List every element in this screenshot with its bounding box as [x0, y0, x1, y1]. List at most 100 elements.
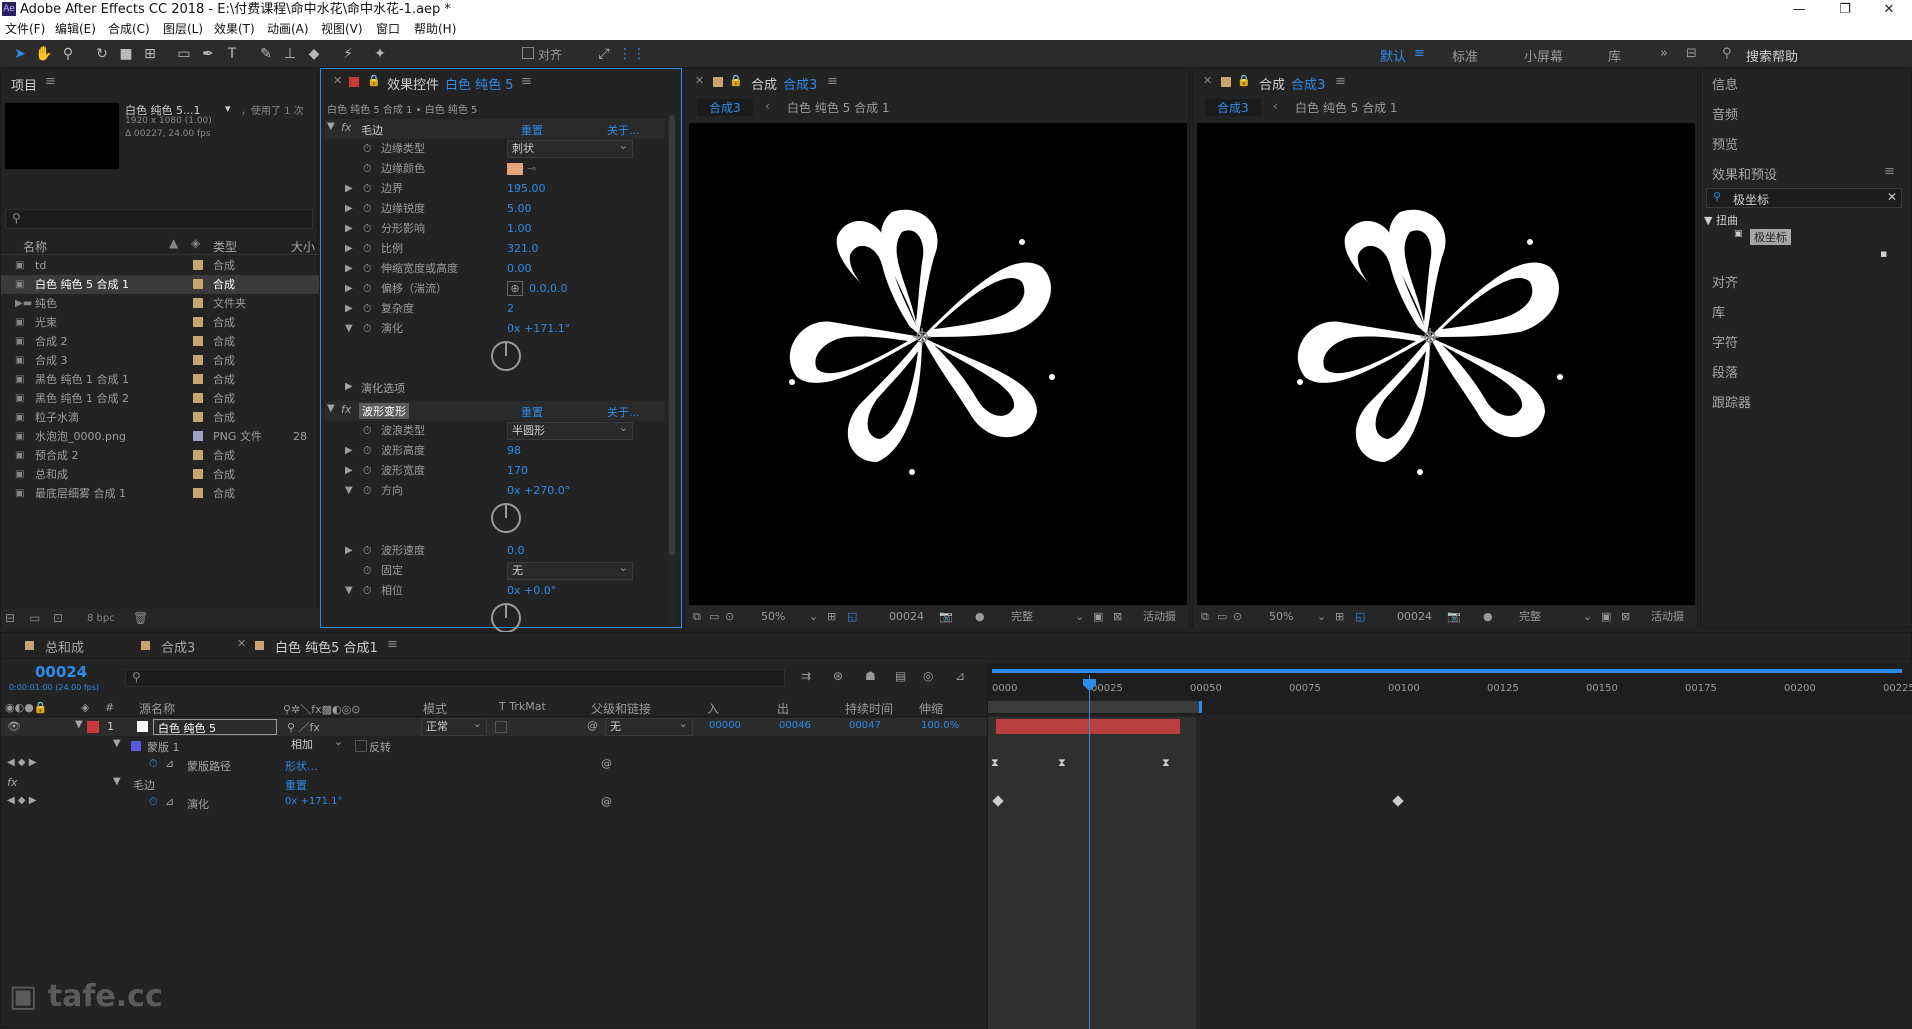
chevron-down-icon[interactable]: ⌄ — [1075, 606, 1084, 628]
work-area-bar[interactable] — [988, 701, 1202, 713]
keyframe-nav-icons[interactable]: ◀ ◆ ▶ — [7, 795, 36, 806]
align-panel-tab[interactable]: 对齐 — [1712, 272, 1738, 291]
viewer2-tab-name[interactable]: 合成3 — [1291, 74, 1325, 93]
expression-icon[interactable]: @ — [601, 757, 612, 770]
expand-icon[interactable]: ▶ — [345, 279, 353, 299]
graph-editor-icon[interactable]: ⊿ — [955, 669, 965, 683]
stopwatch-icon[interactable]: ⏱ — [363, 319, 372, 339]
effect-property-row[interactable]: ⏱ 波浪类型 半圆形 — [325, 420, 665, 441]
roto-brush-tool-icon[interactable]: ⚡ — [338, 44, 358, 64]
viewer1-canvas[interactable] — [689, 123, 1187, 605]
layer-mode-dropdown[interactable]: 正常 — [421, 716, 487, 736]
workspace-default[interactable]: 默认 — [1380, 46, 1406, 65]
viewer2-tab-prefix[interactable]: 合成 — [1259, 74, 1285, 93]
evolution-options[interactable]: 演化选项 — [361, 380, 405, 396]
label-swatch[interactable] — [193, 488, 203, 498]
property-dropdown[interactable]: 无 — [507, 560, 633, 580]
property-value[interactable]: 98 — [507, 441, 521, 461]
stopwatch-icon[interactable]: ⏱ — [149, 795, 158, 809]
project-item[interactable]: ▣ 黑色 纯色 1 合成 2 合成 — [1, 389, 319, 408]
effect-property-row[interactable]: ⏱ 固定 无 — [325, 560, 665, 581]
viewer2-zoom[interactable]: 50% — [1269, 606, 1293, 628]
viewer1-camera[interactable]: 活动摄 — [1143, 606, 1176, 628]
viewer1-crumb-2[interactable]: 白色 纯色 5 合成 1 — [787, 99, 890, 116]
fx2-header[interactable]: ▼ fx 波形变形 重置 关于... — [325, 401, 665, 421]
project-item[interactable]: ▣ 总和成 合成 — [1, 465, 319, 484]
project-item[interactable]: ▣ 合成 2 合成 — [1, 332, 319, 351]
pen-tool-icon[interactable]: ✒ — [198, 44, 218, 64]
zoom-tool-icon[interactable]: ⚲ — [58, 44, 78, 64]
collapse-icon[interactable]: ▼ — [113, 738, 121, 749]
effect-property-row[interactable]: ▶ ⏱ 分形影响 1.00 — [325, 219, 665, 239]
project-item[interactable]: ▶▬ 纯色 文件夹 — [1, 294, 319, 313]
close-tab-icon[interactable]: ✕ — [333, 74, 342, 87]
pickwhip-icon[interactable]: @ — [587, 719, 598, 732]
expand-icon[interactable]: ▶ — [345, 441, 353, 461]
effect-tab-label[interactable]: 效果控件 — [387, 74, 439, 93]
fx1-reset-button[interactable]: 重置 — [521, 122, 543, 138]
menu-composition[interactable]: 合成(C) — [108, 19, 150, 40]
panel-menu-icon[interactable]: ≡ — [1335, 74, 1346, 89]
label-swatch[interactable] — [193, 336, 203, 346]
motion-blur-icon[interactable]: ◎ — [923, 669, 933, 683]
rotate-tool-icon[interactable]: ↻ — [92, 44, 112, 64]
expand-icon[interactable]: ▶ — [345, 259, 353, 279]
collapse-icon[interactable]: ▼ — [327, 403, 335, 414]
stopwatch-icon[interactable]: ⏱ — [363, 199, 372, 219]
keyframe-nav-icons[interactable]: ◀ ◆ ▶ — [7, 757, 36, 768]
monitor-icon[interactable]: ▭ — [1217, 606, 1227, 628]
menu-help[interactable]: 帮助(H) — [414, 19, 456, 40]
layer-stretch[interactable]: 100.0% — [921, 720, 959, 731]
angle-dial[interactable] — [491, 341, 521, 371]
mask-keyframe-3[interactable]: ⧗ — [1162, 756, 1170, 770]
lock-icon[interactable]: 🔒 — [367, 74, 381, 87]
layer-duration-bar[interactable] — [996, 719, 1180, 734]
close-tab-icon[interactable]: ✕ — [237, 637, 246, 650]
trkmat-checkbox[interactable] — [495, 721, 507, 733]
effect-property-row[interactable]: ▶ ⏱ 比例 321.0 — [325, 239, 665, 259]
viewer2-canvas[interactable] — [1197, 123, 1695, 605]
timecode-display[interactable]: 00024 — [35, 663, 87, 681]
property-value[interactable]: 0.00 — [507, 259, 532, 279]
interpret-icon[interactable]: ⊟ — [5, 611, 15, 625]
collapse-icon[interactable]: ▼ — [75, 719, 83, 730]
restore-icon[interactable]: ❐ — [1822, 0, 1868, 19]
snap-grid-icon[interactable]: ⋮⋮ — [618, 44, 646, 64]
fx1-header[interactable]: ▼ fx 毛边 重置 关于... — [325, 119, 665, 139]
expand-icon[interactable]: ▶ — [345, 381, 353, 392]
col-mode[interactable]: 模式 — [423, 700, 447, 717]
col-duration[interactable]: 持续时间 — [845, 700, 893, 717]
expand-icon[interactable]: ▶ — [345, 199, 353, 219]
label-swatch[interactable] — [193, 450, 203, 460]
eyedropper-icon[interactable]: ⊸ — [527, 159, 536, 179]
close-tab-icon[interactable]: ✕ — [1203, 74, 1212, 87]
grid-icon[interactable]: ⊞ — [1335, 606, 1344, 628]
timeline-search-input[interactable]: ⚲ — [125, 669, 785, 687]
viewer1-tab-prefix[interactable]: 合成 — [751, 74, 777, 93]
dropdown-icon[interactable]: ▾ — [225, 102, 231, 115]
chevron-down-icon[interactable]: ⌄ — [1583, 606, 1592, 628]
project-item[interactable]: ▣ 最底层细雾 合成 1 合成 — [1, 484, 319, 503]
search-help-icon[interactable]: ⚲ — [1722, 46, 1732, 61]
effect-property-row[interactable]: ▶ ⏱ 边界 195.00 — [325, 179, 665, 199]
fx2-about-button[interactable]: 关于... — [607, 404, 640, 420]
info-panel-tab[interactable]: 信息 — [1712, 74, 1738, 93]
property-dropdown[interactable]: 半圆形 — [507, 420, 633, 440]
collapse-icon[interactable]: ▼ — [345, 581, 353, 601]
audio-panel-tab[interactable]: 音频 — [1712, 104, 1738, 123]
mask-keyframe-2[interactable]: ⧗ — [1058, 756, 1066, 770]
mask-color[interactable] — [131, 741, 141, 751]
expand-icon[interactable]: ▶ — [345, 179, 353, 199]
project-item[interactable]: ▣ 光束 合成 — [1, 313, 319, 332]
collapse-icon[interactable]: ▼ — [113, 776, 121, 787]
library-panel-tab[interactable]: 库 — [1712, 302, 1725, 321]
angle-dial[interactable] — [491, 603, 521, 633]
roi-icon[interactable]: ▣ — [1601, 606, 1611, 628]
menu-view[interactable]: 视图(V) — [321, 19, 363, 40]
clone-stamp-tool-icon[interactable]: ⊥ — [280, 44, 300, 64]
expand-icon[interactable]: ▶ — [345, 219, 353, 239]
mask-name[interactable]: 蒙版 1 — [147, 739, 180, 755]
align-checkbox[interactable] — [522, 47, 534, 59]
effect-property-row[interactable]: ⏱ 边缘类型 刺状 — [325, 138, 665, 159]
stopwatch-icon[interactable]: ⏱ — [363, 239, 372, 259]
